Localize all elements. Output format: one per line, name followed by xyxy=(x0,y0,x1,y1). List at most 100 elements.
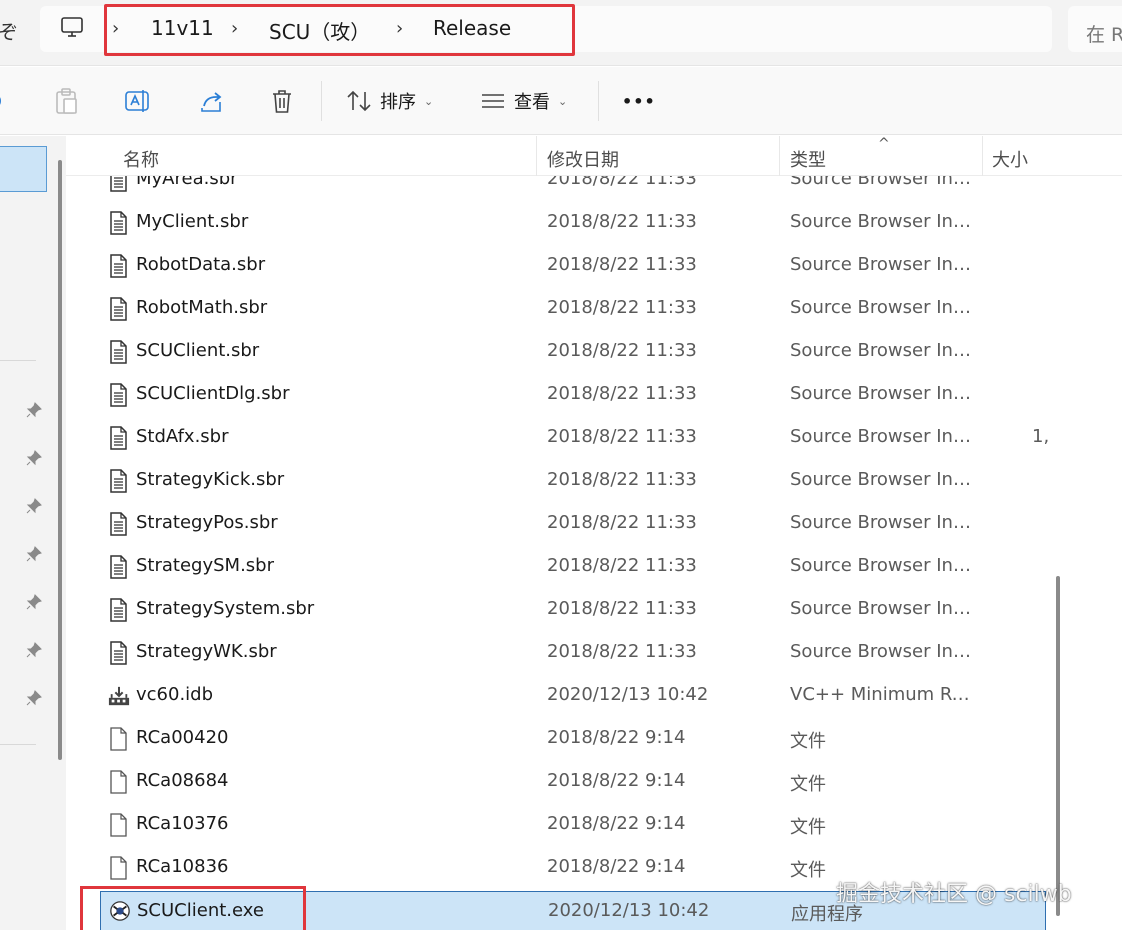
file-name[interactable]: StrategySM.sbr xyxy=(136,555,274,576)
file-modified-date: 2018/8/22 11:33 xyxy=(547,469,697,490)
rename-button[interactable] xyxy=(124,87,152,115)
file-name[interactable]: RCa10836 xyxy=(136,856,228,877)
cut-button[interactable] xyxy=(0,87,8,115)
file-row[interactable]: StdAfx.sbr 2018/8/22 11:33 Source Browser … xyxy=(100,418,1050,458)
chevron-right-icon[interactable]: › xyxy=(396,18,403,39)
breadcrumb-scu[interactable]: SCU（攻） xyxy=(269,16,370,45)
blank-file-icon xyxy=(108,856,128,880)
file-type: Source Browser Inte... xyxy=(790,383,975,404)
file-modified-date: 2018/8/22 11:33 xyxy=(547,641,697,662)
file-type: Source Browser Inte... xyxy=(790,426,975,447)
view-label: 查看 xyxy=(514,92,550,113)
document-icon xyxy=(108,340,128,364)
file-row[interactable]: RobotMath.sbr 2018/8/22 11:33 Source Brows… xyxy=(100,289,1046,329)
pin-icon[interactable] xyxy=(26,642,42,658)
cut-icon xyxy=(0,97,2,105)
column-divider[interactable] xyxy=(779,136,780,176)
document-icon xyxy=(108,426,128,450)
file-modified-date: 2018/8/22 9:14 xyxy=(547,770,686,791)
file-row[interactable]: StrategySystem.sbr 2018/8/22 11:33 Source … xyxy=(100,590,1046,630)
breadcrumb-11v11[interactable]: 11v11 xyxy=(151,16,214,40)
file-size: 1, xyxy=(1032,426,1050,447)
file-row[interactable]: RCa10376 2018/8/22 9:14 文件 xyxy=(100,805,1046,845)
file-name[interactable]: MyClient.sbr xyxy=(136,211,248,232)
pin-icon[interactable] xyxy=(26,498,42,514)
file-name[interactable]: SCUClient.sbr xyxy=(136,340,259,361)
file-row[interactable]: SCUClientDlg.sbr 2018/8/22 11:33 Source Br… xyxy=(100,375,1046,415)
document-icon xyxy=(108,254,128,278)
column-divider[interactable] xyxy=(982,136,983,176)
document-icon xyxy=(108,598,128,622)
document-icon xyxy=(108,469,128,493)
file-name[interactable]: RCa00420 xyxy=(136,727,228,748)
chevron-right-icon[interactable]: › xyxy=(112,18,119,39)
file-type: Source Browser Inte... xyxy=(790,512,975,533)
file-name[interactable]: StrategyPos.sbr xyxy=(136,512,278,533)
sort-arrows-icon xyxy=(347,90,371,112)
pin-icon[interactable] xyxy=(26,546,42,562)
file-row[interactable]: vc60.idb 2020/12/13 10:42 VC++ Minimum Re.… xyxy=(100,676,1046,716)
column-header-date[interactable]: 修改日期 xyxy=(547,146,619,172)
file-name[interactable]: StrategySystem.sbr xyxy=(136,598,314,619)
blank-file-icon xyxy=(108,813,128,837)
sort-ascending-icon: ^ xyxy=(878,136,890,152)
paste-button[interactable] xyxy=(54,87,78,115)
file-name[interactable]: SCUClientDlg.sbr xyxy=(136,383,290,404)
pin-icon[interactable] xyxy=(26,402,42,418)
file-row[interactable]: SCUClient.sbr 2018/8/22 11:33 Source Brows… xyxy=(100,332,1046,372)
column-header-size[interactable]: 大小 xyxy=(992,146,1028,172)
nav-selected-item[interactable] xyxy=(0,146,47,192)
file-name[interactable]: vc60.idb xyxy=(136,684,213,705)
file-list: 名称 修改日期 类型 ^ 大小 MyArea.sbr 2018/8/22 11:3… xyxy=(66,136,1122,930)
file-row[interactable]: StrategyWK.sbr 2018/8/22 11:33 Source Brow… xyxy=(100,633,1046,673)
breadcrumb-release[interactable]: Release xyxy=(433,16,511,40)
nav-divider xyxy=(0,744,36,745)
column-header-type[interactable]: 类型 xyxy=(790,146,826,172)
column-header-name[interactable]: 名称 xyxy=(123,146,159,172)
file-row[interactable]: StrategySM.sbr 2018/8/22 11:33 Source Brow… xyxy=(100,547,1046,587)
file-row[interactable]: RobotData.sbr 2018/8/22 11:33 Source Brows… xyxy=(100,246,1046,286)
delete-button[interactable] xyxy=(270,87,294,115)
file-modified-date: 2018/8/22 9:14 xyxy=(547,856,686,877)
pin-icon[interactable] xyxy=(26,690,42,706)
pin-icon[interactable] xyxy=(26,450,42,466)
search-box[interactable]: 在 R xyxy=(1068,6,1122,52)
file-name[interactable]: RCa10376 xyxy=(136,813,228,834)
file-row[interactable]: RCa08684 2018/8/22 9:14 文件 xyxy=(100,762,1046,802)
document-icon xyxy=(108,555,128,579)
file-name[interactable]: RobotMath.sbr xyxy=(136,297,267,318)
selection-highlight-box xyxy=(80,886,306,930)
share-button[interactable] xyxy=(198,87,224,115)
file-row[interactable]: MyClient.sbr 2018/8/22 11:33 Source Browse… xyxy=(100,203,1046,243)
view-button[interactable]: 查看 ⌄ xyxy=(480,87,567,115)
file-row[interactable]: RCa00420 2018/8/22 9:14 文件 xyxy=(100,719,1046,759)
list-scrollbar[interactable] xyxy=(1056,576,1060,916)
pin-icon[interactable] xyxy=(26,594,42,610)
column-header-row: 名称 修改日期 类型 ^ 大小 xyxy=(66,136,1122,176)
ellipsis-icon: ••• xyxy=(622,91,656,111)
file-type: 文件 xyxy=(790,774,826,795)
sort-button[interactable]: 排序 ⌄ xyxy=(346,87,433,115)
file-name[interactable]: StrategyKick.sbr xyxy=(136,469,284,490)
file-modified-date: 2018/8/22 11:33 xyxy=(547,383,697,404)
file-row[interactable]: StrategyKick.sbr 2018/8/22 11:33 Source Br… xyxy=(100,461,1046,501)
file-name[interactable]: StrategyWK.sbr xyxy=(136,641,277,662)
chevron-right-icon[interactable]: › xyxy=(231,18,238,39)
file-name[interactable]: StdAfx.sbr xyxy=(136,426,229,447)
file-type: Source Browser Inte... xyxy=(790,469,975,490)
address-toolbar: ぞ › 11v11 › SCU（攻） › Release 在 R xyxy=(0,0,1122,66)
this-pc-icon[interactable] xyxy=(60,16,84,38)
file-type: Source Browser Inte... xyxy=(790,555,975,576)
document-icon xyxy=(108,297,128,321)
column-divider[interactable] xyxy=(536,136,537,176)
toolbar-divider xyxy=(321,81,322,121)
more-options-button[interactable]: ••• xyxy=(622,87,656,115)
file-modified-date: 2018/8/22 11:33 xyxy=(547,254,697,275)
navigation-pane xyxy=(0,136,66,930)
chevron-down-icon: ⌄ xyxy=(424,94,434,108)
nav-scrollbar[interactable] xyxy=(58,160,62,760)
file-name[interactable]: RobotData.sbr xyxy=(136,254,265,275)
file-name[interactable]: RCa08684 xyxy=(136,770,228,791)
trash-icon xyxy=(273,90,291,113)
file-row[interactable]: StrategyPos.sbr 2018/8/22 11:33 Source Bro… xyxy=(100,504,1046,544)
